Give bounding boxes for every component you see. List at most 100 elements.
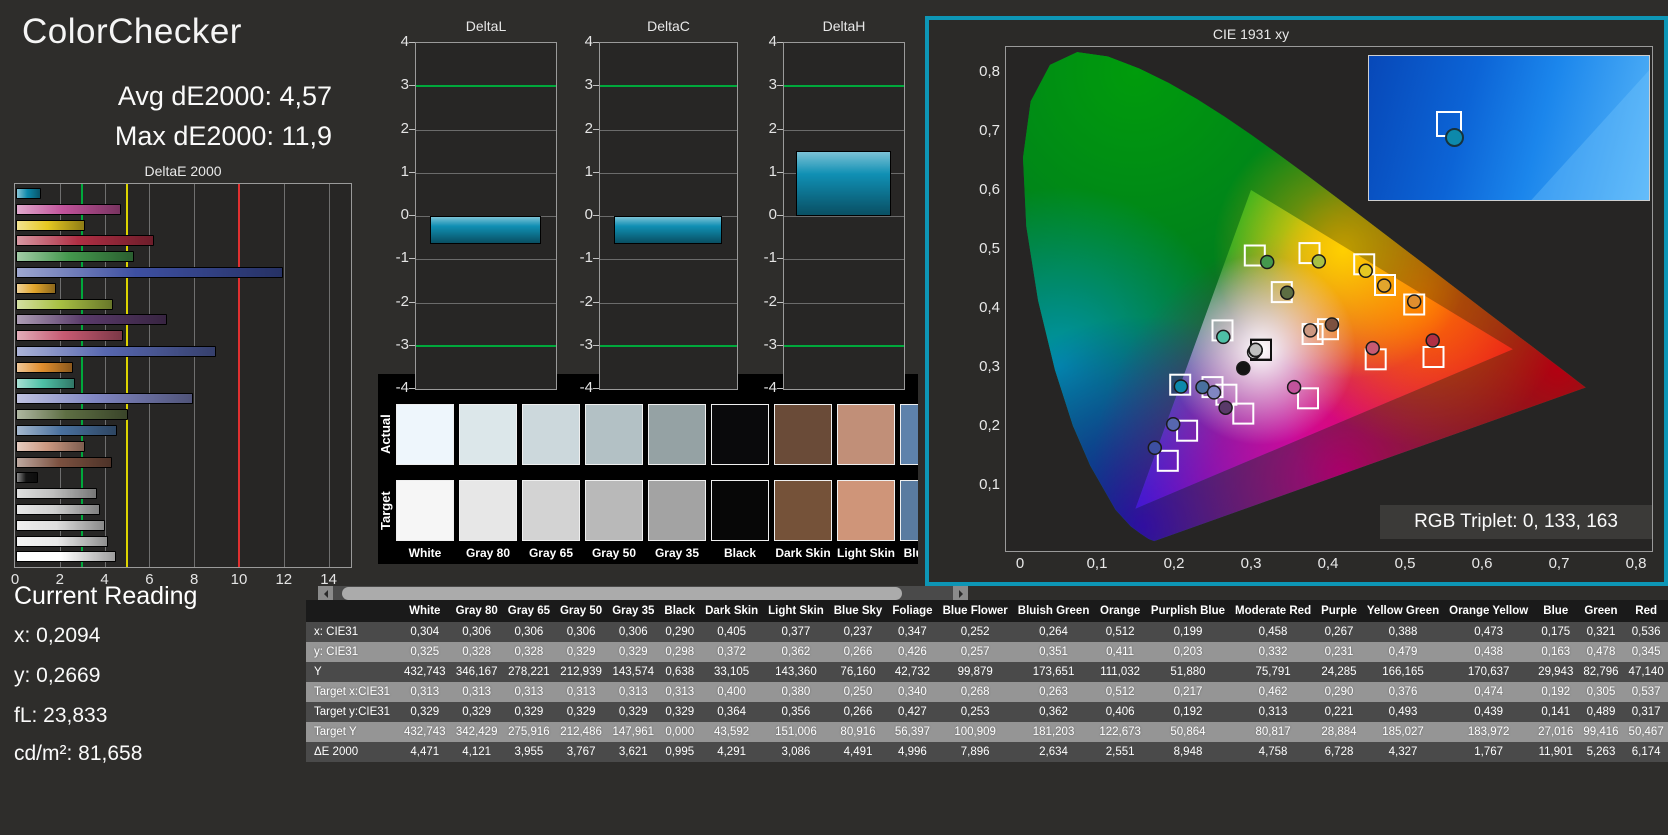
scroll-right-button[interactable] [953,586,968,601]
deltae-bar [16,298,113,310]
axis-tick-label: -4 [395,379,409,396]
axis-tick [593,344,599,346]
row-label: x: CIE31 [306,622,399,642]
swatch-label: Gray 80 [465,546,511,560]
measurement-table: White Gray 80 Gray 65 Gray 50 Gray 35 Black Da… [306,600,1668,762]
table-cell: 0,329 [659,702,701,722]
table-cell: 0,439 [1444,702,1534,722]
table-cell: 6,174 [1623,742,1668,762]
axis-tick-label: 0,8 [1625,555,1647,572]
table-cell: 185,027 [1361,722,1445,742]
actual-swatch-light-skin[interactable] [837,404,895,465]
actual-swatch-gray-80[interactable] [459,404,517,465]
axis-tick-label: 4 [584,33,593,50]
table-cell: 0,237 [828,622,888,642]
table-cell: 0,329 [399,702,451,722]
deltae-bar [16,251,134,263]
measured-marker [1358,263,1373,279]
axis-tick [777,215,783,216]
actual-swatch-black[interactable] [711,404,769,465]
axis-tick-label: -2 [763,292,777,310]
actual-swatch-blue-sky[interactable] [900,404,918,465]
table-cell: 0,458 [1230,622,1317,642]
delta-mini-chart [783,42,905,390]
target-swatch-gray-50[interactable] [585,480,643,541]
table-cell: 0,290 [1316,682,1362,702]
table-cell: 28,884 [1316,722,1362,742]
actual-swatch-gray-35[interactable] [648,404,706,465]
table-cell: 181,203 [1012,722,1095,742]
target-swatch-gray-80[interactable] [459,480,517,541]
row-label: Target x:CIE31 [306,682,399,702]
actual-swatch-dark-skin[interactable] [774,404,832,465]
table-cell: 6,728 [1316,742,1362,762]
table-row: Target Y 432,743 342,429 275,916 212,486 147,… [306,722,1668,742]
table-cell: 0,250 [828,682,888,702]
table-cell: 0,438 [1444,642,1534,662]
table-cell: 432,743 [399,722,451,742]
ref-line [238,184,240,567]
column-header: Dark Skin [700,600,764,622]
table-cell: 0,306 [554,622,608,642]
measured-marker [1279,285,1295,300]
axis-tick-label: 0,6 [979,181,1000,198]
measured-marker [1248,342,1263,358]
table-cell: 27,016 [1533,722,1579,742]
target-swatch-gray-35[interactable] [648,480,706,541]
target-swatch-blue-sky[interactable] [900,480,918,541]
column-header: Blue Flower [937,600,1013,622]
target-swatch-dark-skin[interactable] [774,480,832,541]
axis-tick-label: 0 [768,206,777,223]
table-cell: 0,304 [399,622,451,642]
axis-tick-label: 3 [584,76,593,94]
delta-mini-chart [599,42,738,390]
table-cell: 0,328 [450,642,503,662]
target-swatch-white[interactable] [396,480,454,541]
table-body: x: CIE31 0,304 0,306 0,306 0,306 0,306 0,290 0,… [306,622,1668,762]
column-header: Green [1578,600,1624,622]
table-cell: 3,086 [763,742,829,762]
deltae-bar [16,409,128,421]
target-swatch-gray-65[interactable] [522,480,580,541]
axis-tick-label: 0 [400,206,409,223]
table-cell: 183,972 [1444,722,1534,742]
table-cell: 99,416 [1578,722,1624,742]
de-summary: Avg dE2000: 4,57 Max dE2000: 11,9 [40,76,332,156]
table-cell: 342,429 [450,722,503,742]
axis-tick-label: -3 [579,335,593,353]
table-cell: 4,327 [1361,742,1445,762]
axis-tick [409,215,415,216]
table-cell: 111,032 [1094,662,1146,682]
horizontal-scrollbar[interactable] [318,586,968,601]
actual-swatch-gray-50[interactable] [585,404,643,465]
axis-tick-label: 4 [768,33,777,50]
gridline [194,184,196,567]
inset-measured-marker [1444,128,1464,147]
scrollbar-thumb[interactable] [342,587,902,600]
table-cell: 0,306 [607,622,660,642]
axis-tick-label: 0,3 [1240,555,1262,572]
table-cell: 0,329 [554,642,608,662]
table-cell: 56,397 [887,722,938,742]
axis-tick-label: 2 [584,119,593,137]
column-header: Blue [1533,600,1579,622]
current-reading-title: Current Reading [14,582,198,610]
table-cell: 275,916 [502,722,555,742]
table-cell: 0,306 [502,622,555,642]
table-cell: 0,313 [450,682,503,702]
axis-tick-label: -4 [763,379,777,396]
axis-tick-label: 0 [1015,555,1025,572]
table-cell: 29,943 [1533,662,1579,682]
swatch-panel: Actual Target White Gray 80 Gray 65 Gray 50… [378,374,918,564]
table-cell: 0,313 [659,682,701,702]
deltae-bar [16,346,217,357]
gridline [784,216,904,217]
scroll-left-button[interactable] [318,586,333,601]
deltae-bar [16,456,113,468]
target-swatch-light-skin[interactable] [837,480,895,541]
deltae2000-chart-title: DeltaE 2000 [144,163,222,179]
target-swatch-black[interactable] [711,480,769,541]
column-header: Red [1623,600,1668,622]
actual-swatch-white[interactable] [396,404,454,465]
actual-swatch-gray-65[interactable] [522,404,580,465]
